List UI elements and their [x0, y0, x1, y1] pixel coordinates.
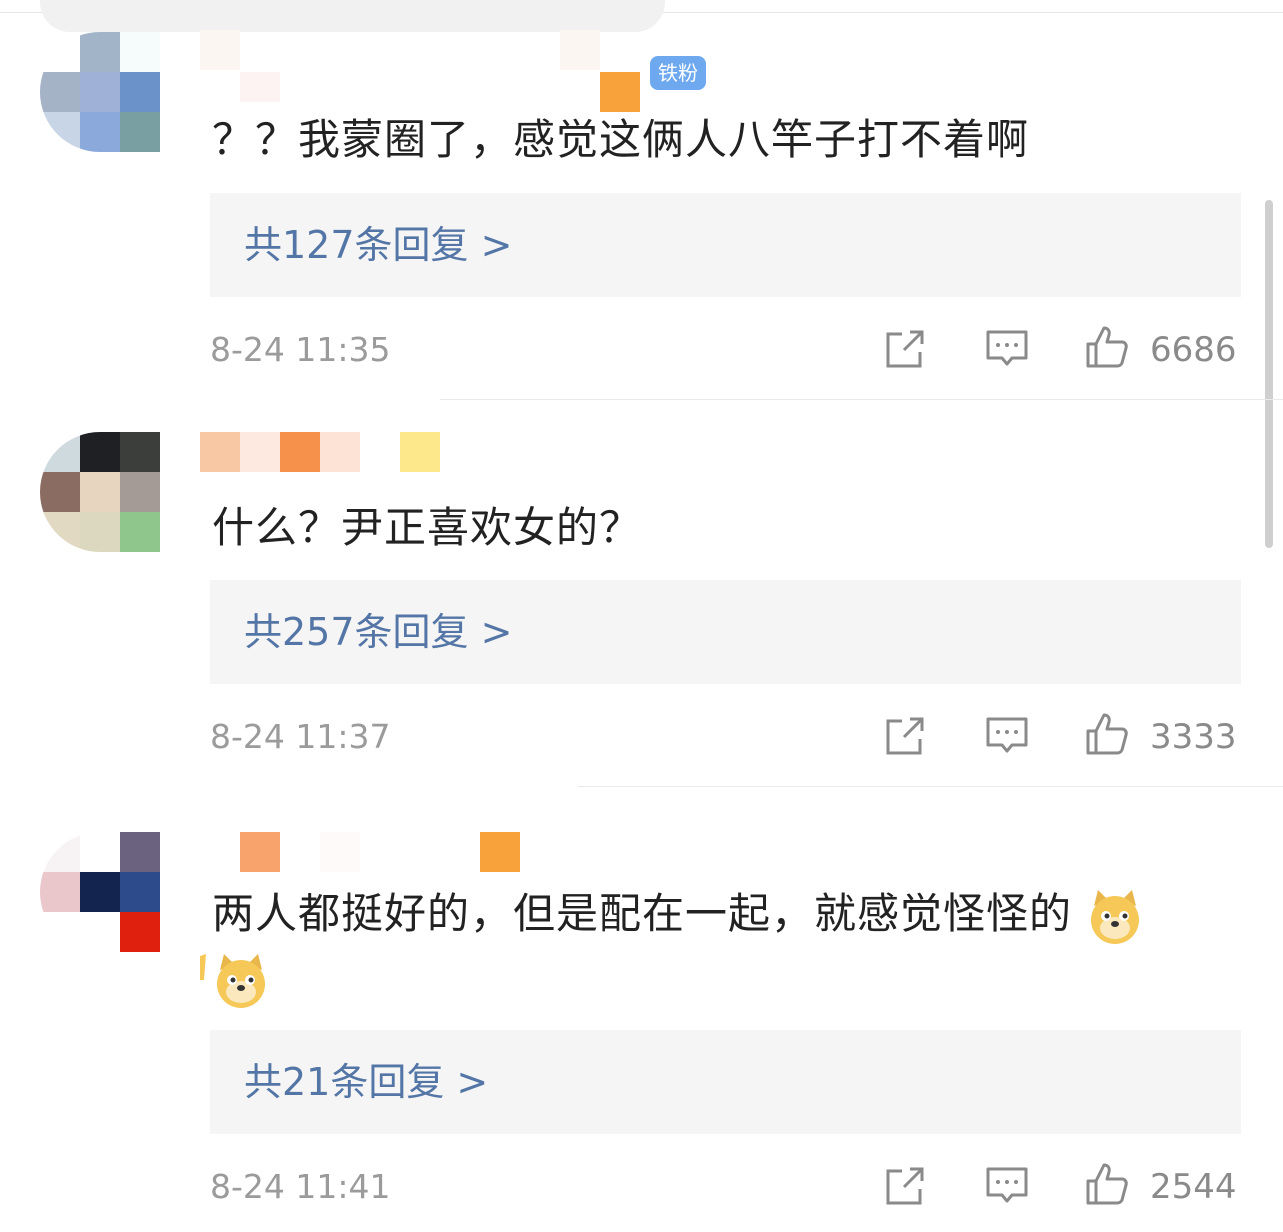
- comment-icon[interactable]: [984, 1163, 1030, 1209]
- name-pixel: [560, 30, 600, 70]
- replies-link[interactable]: 共257条回复 >: [244, 606, 512, 658]
- share-icon[interactable]: [882, 1163, 928, 1209]
- username-blurred[interactable]: [200, 832, 720, 872]
- name-pixel: [320, 432, 360, 472]
- replies-box[interactable]: 共21条回复 >: [210, 1030, 1241, 1134]
- avatar-pixel: [80, 112, 120, 152]
- timestamp: 8-24 11:37: [210, 717, 391, 756]
- avatar[interactable]: [40, 32, 160, 152]
- avatar-pixel: [40, 32, 80, 72]
- avatar-pixel: [40, 872, 80, 912]
- comment-text-content: 两人都挺好的，但是配在一起，就感觉怪怪的: [212, 889, 1073, 938]
- avatar-pixel: [80, 832, 120, 872]
- name-pixel: [200, 432, 240, 472]
- comment-text: ？？我蒙圈了，感觉这俩人八竿子打不着啊: [212, 115, 1030, 164]
- avatar-pixel: [120, 472, 160, 512]
- divider: [440, 399, 1283, 400]
- avatar[interactable]: [40, 432, 160, 552]
- replies-box[interactable]: 共257条回复 >: [210, 580, 1241, 684]
- avatar-pixel: [120, 72, 160, 112]
- avatar-pixel: [120, 512, 160, 552]
- name-pixel: [200, 30, 240, 70]
- comment-icon[interactable]: [984, 326, 1030, 372]
- avatar-pixel: [40, 832, 80, 872]
- share-icon[interactable]: [882, 713, 928, 759]
- comment-text: 两人都挺好的，但是配在一起，就感觉怪怪的: [212, 884, 1144, 946]
- fan-badge: 铁粉: [650, 56, 706, 90]
- avatar-pixel: [120, 112, 160, 152]
- avatar-pixel: [40, 512, 80, 552]
- avatar-pixel: [80, 472, 120, 512]
- username-blurred[interactable]: [200, 432, 720, 472]
- name-pixel: [400, 432, 440, 472]
- avatar-pixel: [80, 432, 120, 472]
- replies-box[interactable]: 共127条回复 >: [210, 193, 1241, 297]
- name-pixel: [240, 72, 280, 102]
- avatar-pixel: [40, 472, 80, 512]
- timestamp: 8-24 11:41: [210, 1167, 391, 1206]
- name-pixel: [480, 832, 520, 872]
- username-blurred[interactable]: [200, 30, 720, 112]
- name-pixel: [240, 832, 280, 872]
- like-count: 2544: [1150, 1167, 1237, 1207]
- like-count: 6686: [1150, 330, 1237, 370]
- like-count: 3333: [1150, 717, 1237, 757]
- replies-link[interactable]: 共21条回复 >: [244, 1056, 488, 1108]
- avatar-pixel: [80, 32, 120, 72]
- avatar[interactable]: [40, 832, 160, 952]
- avatar-pixel: [80, 872, 120, 912]
- avatar-pixel: [80, 912, 120, 952]
- thumbs-up-icon[interactable]: [1084, 1161, 1130, 1207]
- avatar-pixel: [120, 32, 160, 72]
- avatar-pixel: [40, 432, 80, 472]
- timestamp: 8-24 11:35: [210, 330, 391, 369]
- top-edge: [0, 0, 1283, 32]
- avatar-pixel: [80, 512, 120, 552]
- name-pixel: [600, 72, 640, 112]
- doge-emoji-icon: [200, 954, 265, 1008]
- comment-icon[interactable]: [984, 713, 1030, 759]
- comment-text: 什么？尹正喜欢女的？: [212, 503, 643, 552]
- name-pixel: [280, 432, 320, 472]
- avatar-pixel: [40, 72, 80, 112]
- name-pixel: [240, 432, 280, 472]
- thumbs-up-icon[interactable]: [1084, 324, 1130, 370]
- avatar-pixel: [40, 912, 80, 952]
- thumbs-up-icon[interactable]: [1084, 711, 1130, 757]
- doge-emoji-icon: [1091, 889, 1140, 944]
- divider: [578, 786, 1283, 787]
- avatar-pixel: [120, 832, 160, 872]
- share-icon[interactable]: [882, 326, 928, 372]
- replies-link[interactable]: 共127条回复 >: [244, 219, 512, 271]
- avatar-pixel: [120, 872, 160, 912]
- avatar-pixel: [40, 112, 80, 152]
- avatar-pixel: [120, 912, 160, 952]
- avatar-pixel: [80, 72, 120, 112]
- scrollbar[interactable]: [1265, 200, 1273, 548]
- avatar-pixel: [120, 432, 160, 472]
- name-pixel: [320, 832, 360, 872]
- blurred-header: [40, 0, 665, 32]
